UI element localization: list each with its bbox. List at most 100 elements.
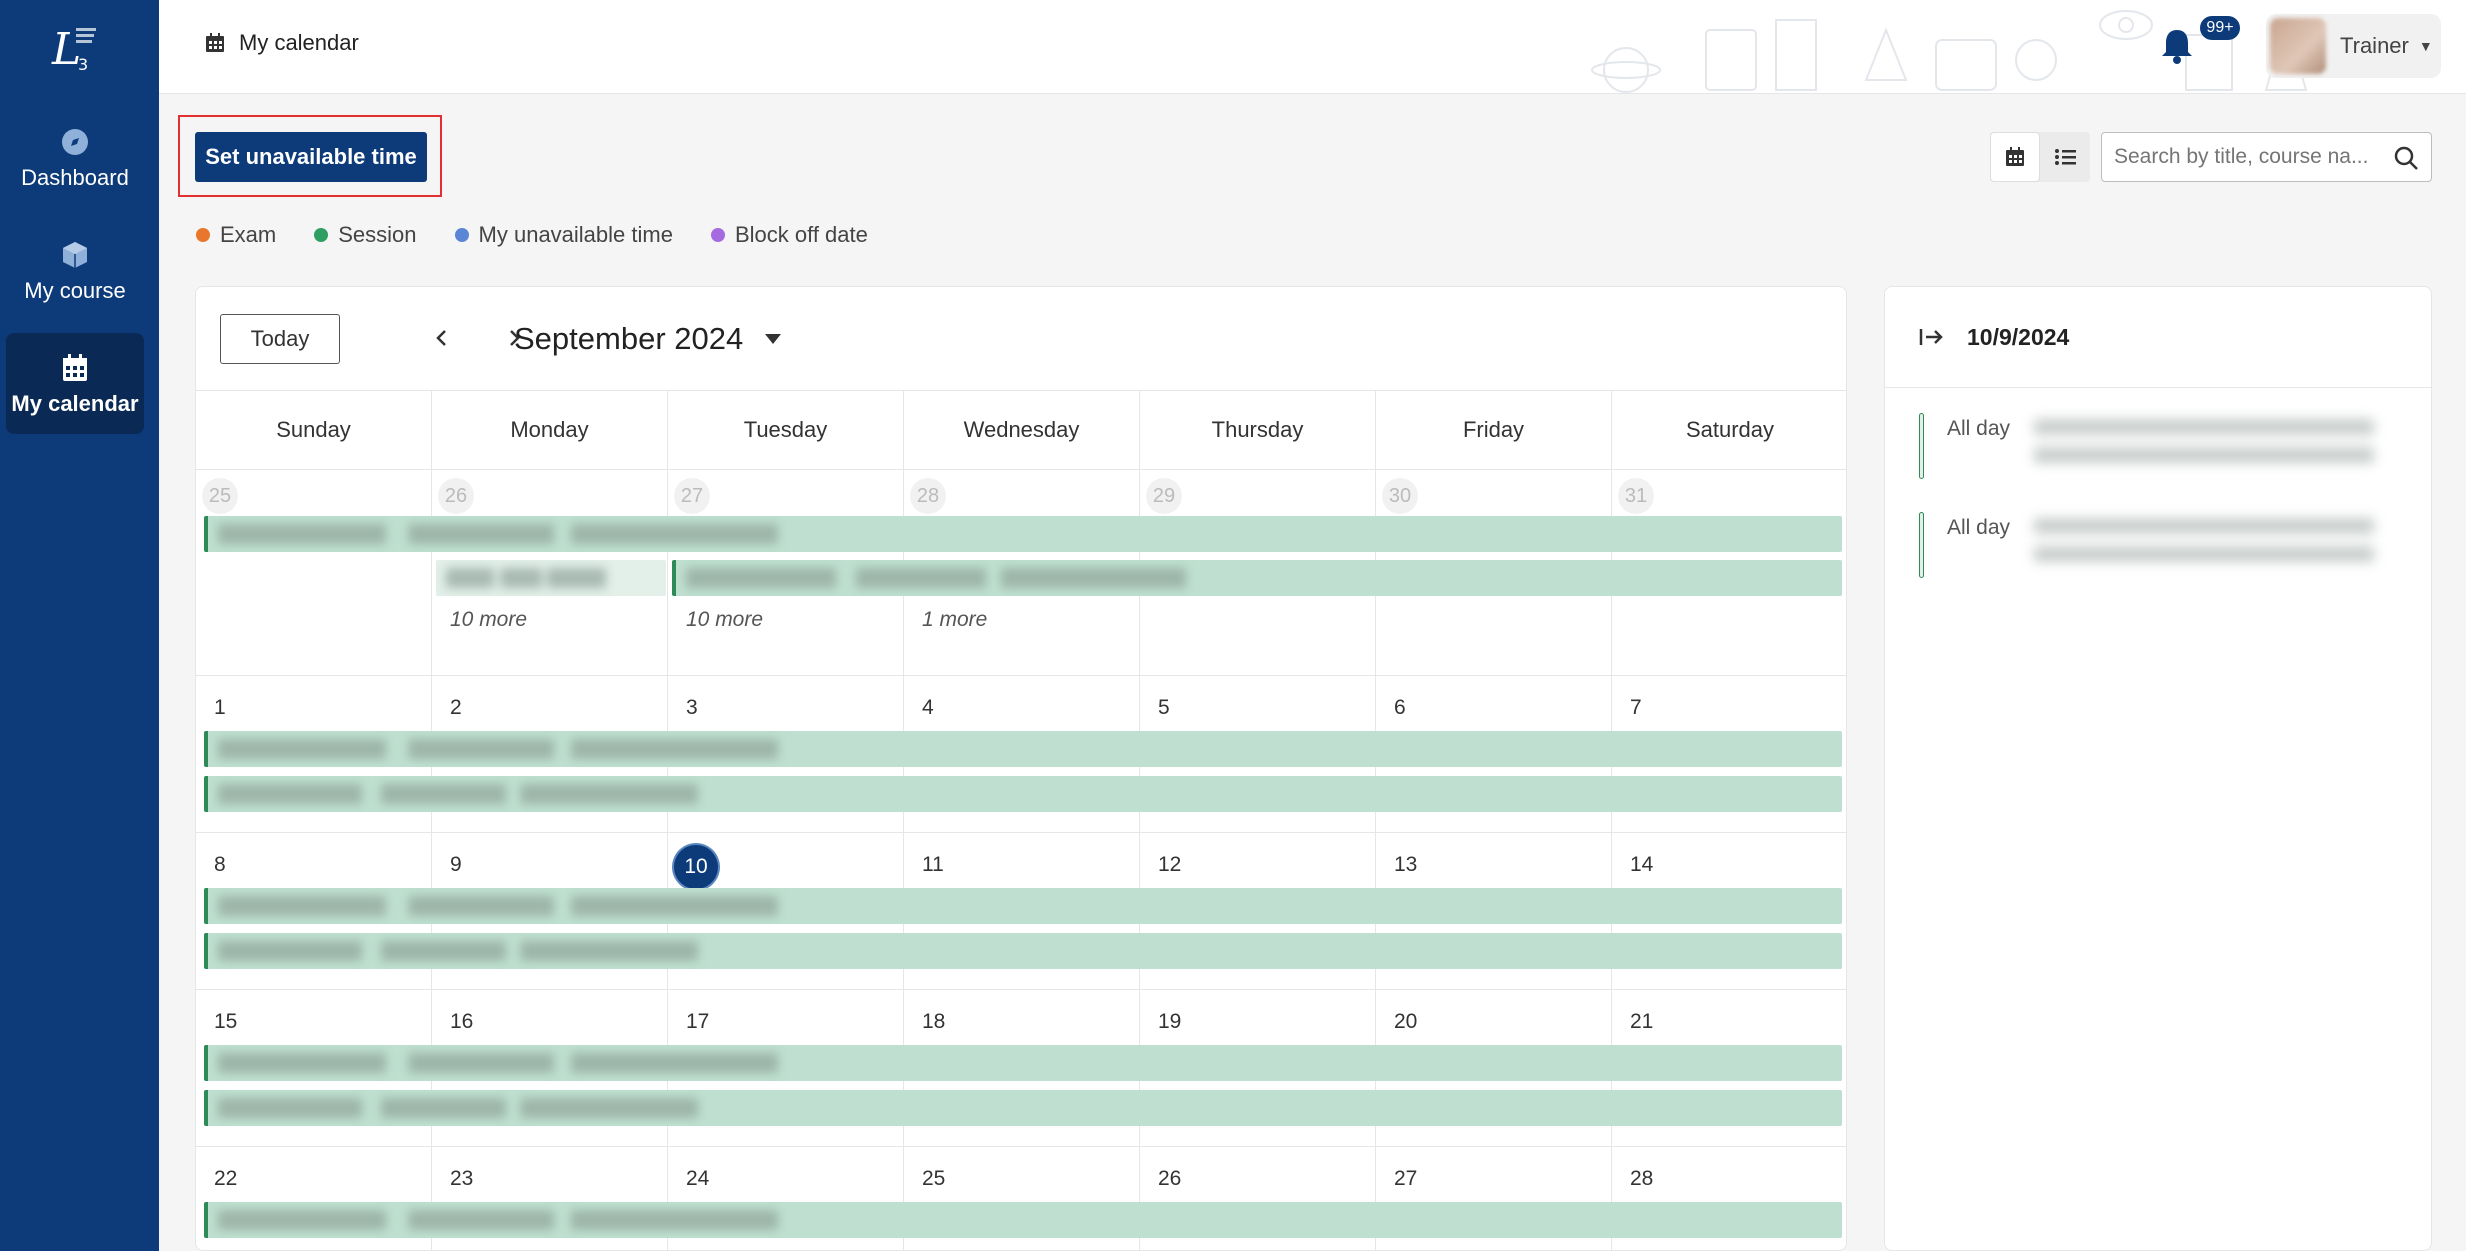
user-name: Trainer xyxy=(2340,33,2409,58)
day-number: 9 xyxy=(450,853,462,876)
calendar-event[interactable] xyxy=(436,560,666,596)
collapse-panel-icon[interactable] xyxy=(1919,327,1945,347)
sidebar-item-label: My course xyxy=(24,278,126,303)
calendar-event[interactable] xyxy=(204,1202,1842,1238)
calendar-event[interactable] xyxy=(204,933,1842,969)
legend-item-block-off: Block off date xyxy=(710,222,868,248)
day-number: 26 xyxy=(1158,1167,1182,1190)
calendar-event[interactable] xyxy=(204,888,1842,924)
weekday-label: Friday xyxy=(1376,391,1612,469)
day-number: 25 xyxy=(202,478,238,514)
day-detail-panel: 10/9/2024 All day All day xyxy=(1884,286,2432,1251)
day-number: 19 xyxy=(1158,1010,1182,1033)
day-number: 30 xyxy=(1382,478,1418,514)
caret-down-icon xyxy=(765,334,782,344)
day-number: 23 xyxy=(450,1167,474,1190)
more-events-link[interactable]: 10 more xyxy=(450,608,527,632)
calendar-event[interactable] xyxy=(204,731,1842,767)
day-event-item[interactable]: All day xyxy=(1919,512,2399,578)
day-event-item[interactable]: All day xyxy=(1919,413,2399,479)
day-number: 25 xyxy=(922,1167,946,1190)
event-color-bar xyxy=(1919,512,1924,578)
event-time: All day xyxy=(1947,516,2011,539)
event-legend: Exam Session My unavailable time Block o… xyxy=(196,222,868,248)
calendar-event[interactable] xyxy=(204,1090,1842,1126)
week-row: 8 9 10 11 12 13 14 xyxy=(196,833,1846,990)
legend-item-session: Session xyxy=(314,222,417,248)
legend-dot xyxy=(454,228,469,242)
legend-item-exam: Exam xyxy=(196,222,276,248)
decorative-doodles xyxy=(1591,10,2375,93)
day-number: 28 xyxy=(910,478,946,514)
day-number: 4 xyxy=(922,696,934,719)
selected-date: 10/9/2024 xyxy=(1967,323,2070,350)
page-title: My calendar xyxy=(239,30,359,55)
calendar-icon xyxy=(2006,147,2024,166)
notification-badge: 99+ xyxy=(2200,16,2240,40)
week-row: 15 16 17 18 19 20 21 xyxy=(196,990,1846,1147)
more-events-link[interactable]: 10 more xyxy=(686,608,763,632)
legend-dot xyxy=(314,228,329,242)
day-cell[interactable]: 25 xyxy=(196,470,432,675)
list-view-button[interactable] xyxy=(2040,132,2090,182)
today-button[interactable]: Today xyxy=(220,314,340,364)
search-icon[interactable] xyxy=(2393,145,2419,171)
calendar-event[interactable] xyxy=(204,776,1842,812)
legend-dot xyxy=(196,228,210,242)
sidebar-item-my-calendar[interactable]: My calendar xyxy=(6,333,144,434)
cube-icon xyxy=(63,242,87,268)
day-number: 24 xyxy=(686,1167,710,1190)
sidebar-item-my-course[interactable]: My course xyxy=(6,220,144,321)
calendar-event[interactable] xyxy=(672,560,1842,596)
day-number: 11 xyxy=(922,853,944,876)
list-icon xyxy=(2055,149,2076,165)
month-picker[interactable]: September 2024 xyxy=(514,321,782,357)
search-box xyxy=(2101,132,2432,182)
today-day-number: 10 xyxy=(674,845,718,889)
event-title-redacted xyxy=(2034,419,2374,469)
legend-dot xyxy=(710,228,725,242)
legend-label: My unavailable time xyxy=(478,222,673,247)
svg-text:L: L xyxy=(51,24,81,74)
legend-label: Session xyxy=(338,222,417,247)
bell-icon[interactable] xyxy=(2157,26,2197,66)
month-title: September 2024 xyxy=(514,321,744,356)
day-detail-header: 10/9/2024 xyxy=(1885,287,2431,388)
calendar-event[interactable] xyxy=(204,1045,1842,1081)
calendar-view-button[interactable] xyxy=(1990,132,2040,182)
day-number: 20 xyxy=(1394,1010,1418,1033)
day-number: 27 xyxy=(1394,1167,1418,1190)
calendar-event[interactable] xyxy=(204,516,1842,552)
day-number: 1 xyxy=(214,696,226,719)
day-number: 18 xyxy=(922,1010,946,1033)
top-header: My calendar 99+ Trainer ▼ xyxy=(159,0,2466,94)
calendar-card: Today September 2024 Sunday Monday Tuesd… xyxy=(195,286,1847,1251)
day-number: 16 xyxy=(450,1010,474,1033)
search-input[interactable] xyxy=(2102,133,2372,181)
set-unavailable-time-button[interactable]: Set unavailable time xyxy=(195,132,427,182)
svg-text:3: 3 xyxy=(78,55,88,74)
calendar-icon xyxy=(63,354,87,381)
sidebar-item-dashboard[interactable]: Dashboard xyxy=(6,107,144,208)
event-time: All day xyxy=(1947,417,2011,440)
legend-label: Exam xyxy=(220,222,277,247)
prev-month-button[interactable] xyxy=(426,323,456,353)
legend-label: Block off date xyxy=(734,222,868,247)
app-logo[interactable]: L 3 xyxy=(50,18,100,75)
day-number: 6 xyxy=(1394,696,1406,719)
day-number: 29 xyxy=(1146,478,1182,514)
weekday-header: Sunday Monday Tuesday Wednesday Thursday… xyxy=(196,390,1846,470)
day-number: 12 xyxy=(1158,853,1182,876)
event-title-redacted xyxy=(2034,518,2374,568)
weekday-label: Monday xyxy=(432,391,668,469)
more-events-link[interactable]: 1 more xyxy=(922,608,987,632)
user-menu[interactable]: Trainer ▼ xyxy=(2266,14,2441,78)
weekday-label: Tuesday xyxy=(668,391,904,469)
day-number: 22 xyxy=(214,1167,238,1190)
event-color-bar xyxy=(1919,413,1924,479)
day-number: 14 xyxy=(1630,853,1654,876)
chevron-left-icon xyxy=(436,330,446,346)
day-number: 2 xyxy=(450,696,462,719)
calendar-icon xyxy=(206,33,224,52)
chevron-down-icon: ▼ xyxy=(2418,38,2433,54)
